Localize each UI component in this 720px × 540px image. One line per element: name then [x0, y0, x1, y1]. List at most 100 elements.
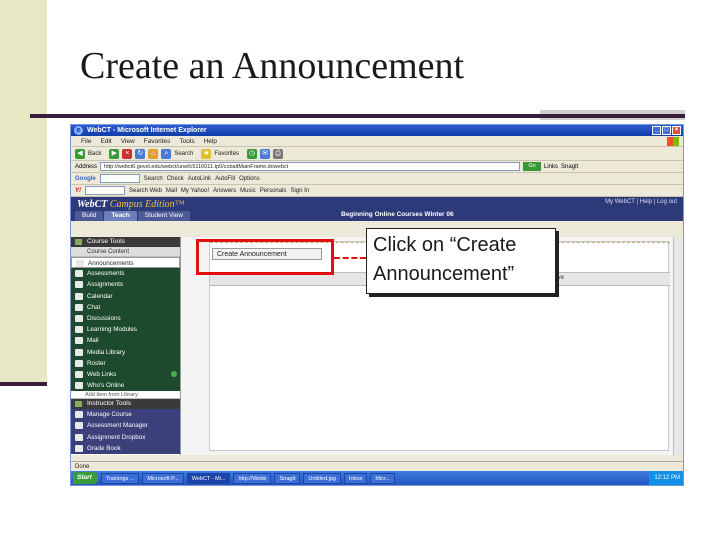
start-button[interactable]: Start	[73, 472, 98, 484]
webct-header: WebCT Campus Edition™ My WebCT | Help | …	[71, 197, 683, 221]
task-item-powerpoint[interactable]: Microsoft P...	[142, 472, 184, 484]
menu-file[interactable]: File	[81, 136, 91, 146]
vertical-scrollbar[interactable]	[673, 237, 683, 455]
menu-tools[interactable]: Tools	[179, 136, 194, 146]
sidebar-item-discussions[interactable]: Discussions	[71, 313, 180, 324]
yahoo-answers[interactable]: Answers	[213, 188, 236, 194]
sidebar-item-calendar[interactable]: Calendar	[71, 291, 180, 302]
highlight-box	[196, 239, 334, 275]
back-button-label[interactable]: Back	[88, 151, 101, 157]
task-item-untitled[interactable]: Untitled.jpg	[303, 472, 341, 484]
instructor-tools-list: Manage Course Assessment Manager Assignm…	[71, 409, 180, 454]
instructor-tools-header[interactable]: Instructor Tools	[71, 399, 180, 410]
sidebar-item-learning-modules[interactable]: Learning Modules	[71, 324, 180, 335]
google-check[interactable]: Check	[167, 176, 184, 182]
minimize-icon[interactable]: _	[652, 126, 661, 135]
yahoo-search-web[interactable]: Search Web	[129, 188, 162, 194]
yahoo-mail[interactable]: Mail	[166, 188, 177, 194]
add-from-library-link[interactable]: Add Item from Library	[71, 391, 180, 400]
menu-edit[interactable]: Edit	[100, 136, 111, 146]
yahoo-logo: Y!	[75, 187, 81, 194]
sidebar-item-web-links[interactable]: Web Links	[71, 369, 180, 380]
yahoo-my-yahoo[interactable]: My Yahoo!	[181, 188, 209, 194]
yahoo-sign-in[interactable]: Sign In	[290, 188, 309, 194]
google-options[interactable]: Options	[239, 176, 260, 182]
callout-line-2: Announcement”	[373, 263, 515, 285]
yahoo-search-input[interactable]	[85, 186, 125, 195]
search-icon[interactable]: ⌕	[161, 148, 172, 159]
webct-logo-text: WebCT	[77, 199, 108, 210]
print-icon[interactable]: ⎙	[273, 148, 284, 159]
yahoo-music[interactable]: Music	[240, 188, 256, 194]
sidebar-item-media-library[interactable]: Media Library	[71, 347, 180, 358]
slide-left-accent-bar	[0, 0, 47, 384]
address-bar: Address http://webct6.govst.edu/webct/ur…	[71, 161, 683, 173]
links-label[interactable]: Links	[544, 164, 558, 170]
sidebar-item-whos-online[interactable]: Who's Online	[71, 380, 180, 391]
favorites-button-label[interactable]: Favorites	[214, 151, 239, 157]
callout-connector	[334, 257, 366, 259]
google-search-button[interactable]: Search	[144, 176, 163, 182]
sidebar-item-roster[interactable]: Roster	[71, 358, 180, 369]
add-icon[interactable]	[171, 370, 177, 377]
title-rule	[30, 114, 685, 118]
google-autolink[interactable]: AutoLink	[188, 176, 211, 182]
google-search-input[interactable]	[99, 174, 140, 183]
menu-view[interactable]: View	[121, 136, 135, 146]
task-item-snagit[interactable]: SnagIt	[274, 472, 301, 484]
refresh-icon[interactable]: ↻	[135, 148, 146, 159]
callout-line-1: Click on “Create	[373, 234, 517, 256]
tab-teach[interactable]: Teach	[104, 211, 137, 221]
menu-favorites[interactable]: Favorites	[144, 136, 171, 146]
task-item-inbox[interactable]: Inbox	[343, 472, 368, 484]
yahoo-toolbar: Y! Search Web Mail My Yahoo! Answers Mus…	[71, 185, 683, 197]
tab-build[interactable]: Build	[75, 211, 104, 221]
sidebar-item-web-links-label: Web Links	[87, 370, 117, 378]
task-item-micr[interactable]: Micr...	[370, 472, 396, 484]
forward-icon[interactable]: ▶	[109, 148, 120, 159]
sidebar-item-assignments[interactable]: Assignments	[71, 279, 180, 290]
maximize-icon[interactable]: □	[662, 126, 671, 135]
course-content-section[interactable]: Course Content	[71, 247, 180, 257]
course-tools-header[interactable]: Course Tools	[71, 237, 180, 247]
mail-icon[interactable]: ✉	[260, 148, 271, 159]
webct-user-links[interactable]: My WebCT | Help | Log out	[605, 199, 677, 205]
stop-icon[interactable]: ×	[122, 148, 133, 159]
sidebar-item-manage-course[interactable]: Manage Course	[71, 409, 180, 420]
menu-help[interactable]: Help	[204, 136, 217, 146]
course-sidebar: Course Tools Course Content Announcement…	[71, 237, 181, 455]
sidebar-item-assignment-dropbox[interactable]: Assignment Dropbox	[71, 432, 180, 443]
instruction-callout: Click on “Create Announcement”	[366, 228, 556, 294]
go-button[interactable]: Go	[523, 162, 542, 171]
sidebar-item-announcements[interactable]: Announcements	[71, 257, 180, 269]
search-button-label[interactable]: Search	[174, 151, 193, 157]
sidebar-item-assessment-manager[interactable]: Assessment Manager	[71, 420, 180, 431]
tab-student-view[interactable]: Student View	[137, 211, 190, 221]
course-breadcrumb[interactable]: Beginning Online Courses Winter 06	[341, 211, 454, 218]
system-tray-clock: 12:12 PM	[649, 471, 683, 485]
browser-titlebar: e WebCT - Microsoft Internet Explorer _ …	[71, 125, 683, 136]
back-icon[interactable]: ◀	[75, 148, 85, 159]
yahoo-personals[interactable]: Personals	[260, 188, 287, 194]
close-icon[interactable]: ×	[672, 126, 681, 135]
slide-left-accent-line	[0, 382, 47, 386]
task-item-webb[interactable]: http://Webb	[233, 472, 272, 484]
google-logo: Google	[75, 175, 96, 182]
task-item-webct[interactable]: WebCT - Mi...	[186, 472, 231, 484]
sidebar-item-grade-book[interactable]: Grade Book	[71, 443, 180, 454]
window-controls: _ □ ×	[652, 126, 681, 135]
favorites-icon[interactable]: ★	[201, 148, 212, 159]
sidebar-item-chat[interactable]: Chat	[71, 302, 180, 313]
task-item-trainings[interactable]: Trainings ...	[100, 472, 140, 484]
sidebar-item-mail[interactable]: Mail	[71, 335, 180, 346]
google-toolbar: Google Search Check AutoLink AutoFill Op…	[71, 173, 683, 185]
sidebar-item-assessments[interactable]: Assessments	[71, 268, 180, 279]
browser-toolbar: ◀ Back ▶ × ↻ ⌂ ⌕ Search ★ Favorites ◷ ✉ …	[71, 147, 683, 161]
history-icon[interactable]: ◷	[247, 148, 258, 159]
home-icon[interactable]: ⌂	[148, 148, 159, 159]
snagit-label[interactable]: SnagIt	[561, 164, 578, 170]
webct-tabs: Build Teach Student View	[75, 211, 190, 221]
google-autofill[interactable]: AutoFill	[215, 176, 235, 182]
menu-bar: File Edit View Favorites Tools Help	[71, 136, 683, 147]
address-input[interactable]: http://webct6.govst.edu/webct/urw/lc5116…	[100, 162, 521, 171]
